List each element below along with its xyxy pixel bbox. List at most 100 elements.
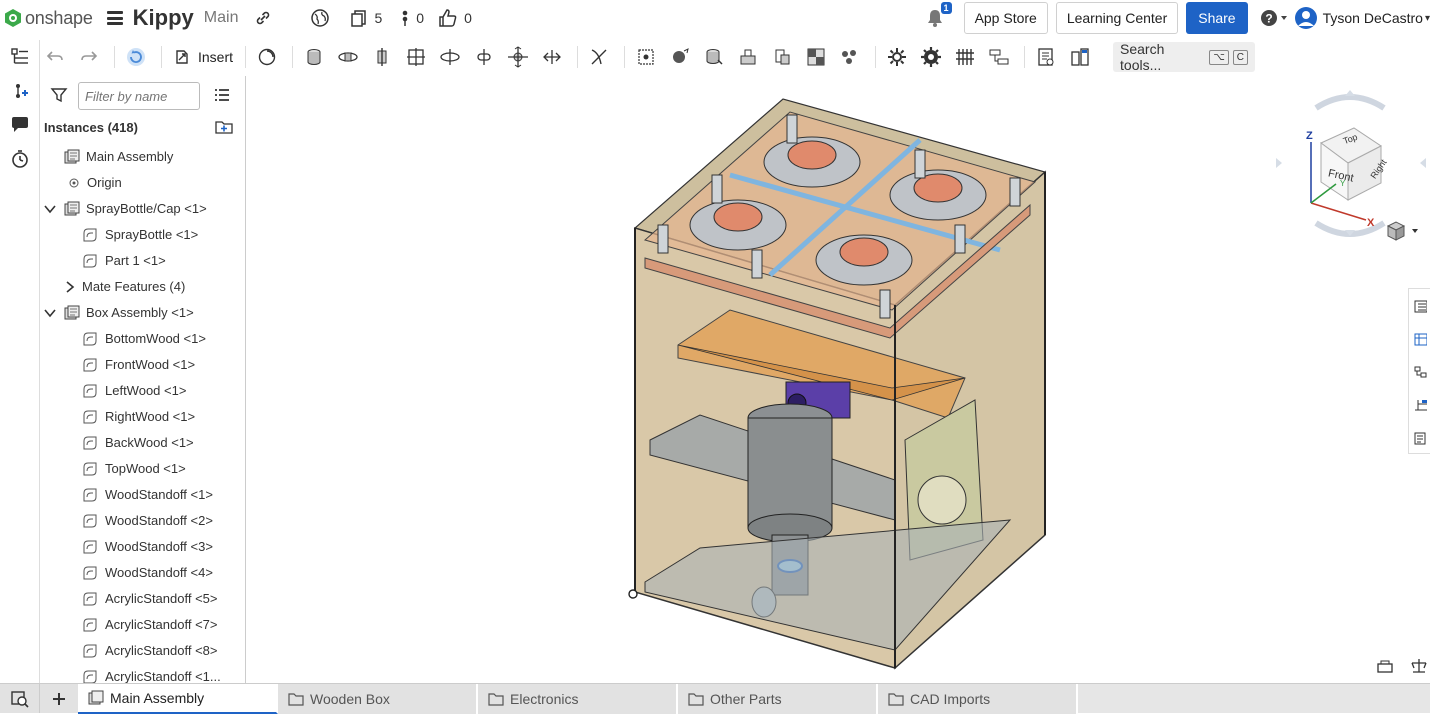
tree-row[interactable]: BackWood <1> [40, 430, 245, 456]
parallel-mate-icon[interactable] [537, 42, 567, 72]
tab-cad-imports[interactable]: CAD Imports [878, 684, 1078, 714]
list-view-icon[interactable] [214, 88, 230, 105]
document-title[interactable]: Kippy [133, 5, 194, 31]
bom-panel-icon[interactable] [1409, 421, 1430, 454]
tab-main-assembly[interactable]: Main Assembly [78, 684, 278, 714]
mate-feature-icon[interactable] [699, 42, 729, 72]
tree-row[interactable]: LeftWood <1> [40, 378, 245, 404]
linear-pattern-icon[interactable] [835, 42, 865, 72]
learning-center-button[interactable]: Learning Center [1055, 2, 1179, 34]
group-icon[interactable] [665, 42, 695, 72]
gear-settings-icon[interactable] [916, 42, 946, 72]
tree-row[interactable]: FrontWood <1> [40, 352, 245, 378]
versions-icon[interactable] [350, 9, 368, 27]
cylindrical-mate-icon[interactable] [435, 42, 465, 72]
feature-list-icon[interactable] [0, 40, 40, 74]
notifications-bell-icon[interactable]: 1 [926, 2, 952, 28]
planar-mate-icon[interactable] [401, 42, 431, 72]
appearance-panel-icon[interactable] [1409, 289, 1430, 322]
help-icon[interactable]: ? [1260, 8, 1290, 28]
configurations-panel-icon[interactable] [1409, 322, 1430, 355]
new-folder-icon[interactable] [214, 119, 234, 138]
filter-icon[interactable] [50, 86, 68, 107]
add-tab-button[interactable] [40, 684, 78, 713]
view-options-icon[interactable] [1386, 221, 1422, 244]
tree-row-label: WoodStandoff <3> [105, 539, 213, 554]
tree-row[interactable]: Main Assembly [40, 144, 245, 170]
ball-mate-icon[interactable] [503, 42, 533, 72]
measure-icon[interactable] [1410, 658, 1428, 677]
branch-icon[interactable] [400, 9, 410, 27]
globe-icon[interactable] [310, 8, 330, 28]
named-views-panel-icon[interactable] [1409, 355, 1430, 388]
comments-icon[interactable] [0, 108, 40, 142]
tree-row[interactable]: AcrylicStandoff <8> [40, 638, 245, 664]
tab-manager-search-icon[interactable] [0, 684, 40, 713]
mates-icon[interactable] [0, 74, 40, 108]
chevron-right-icon[interactable] [63, 280, 77, 294]
mate-connector-icon[interactable] [631, 42, 661, 72]
menu-icon[interactable] [106, 11, 123, 25]
tree-row[interactable]: Box Assembly <1> [40, 300, 245, 326]
redo-icon[interactable] [74, 42, 104, 72]
part-icon [82, 461, 98, 480]
part-icon [82, 357, 98, 376]
share-button[interactable]: Share [1186, 2, 1248, 34]
view-cube[interactable]: Top Front Right Z X Y [1276, 88, 1426, 238]
explode-view-icon[interactable] [801, 42, 831, 72]
thumbs-up-icon[interactable] [438, 8, 458, 28]
tree-row[interactable]: Origin [40, 170, 245, 196]
chevron-down-icon[interactable] [43, 202, 57, 216]
tree-row[interactable]: AcrylicStandoff <5> [40, 586, 245, 612]
tree-row[interactable]: WoodStandoff <4> [40, 560, 245, 586]
revolute-mate-icon[interactable] [333, 42, 363, 72]
user-avatar-icon[interactable] [1294, 6, 1318, 30]
filter-by-name-input[interactable] [78, 82, 200, 110]
tree-row[interactable]: SprayBottle <1> [40, 222, 245, 248]
tree-row[interactable]: WoodStandoff <3> [40, 534, 245, 560]
branch-name[interactable]: Main [204, 9, 239, 27]
tab-electronics[interactable]: Electronics [478, 684, 678, 714]
tree-row[interactable]: TopWood <1> [40, 456, 245, 482]
user-name[interactable]: Tyson DeCastro [1323, 10, 1423, 26]
app-store-button[interactable]: App Store [963, 2, 1048, 34]
pin-slot-mate-icon[interactable] [469, 42, 499, 72]
tree-row[interactable]: AcrylicStandoff <7> [40, 612, 245, 638]
tangent-mate-icon[interactable] [584, 42, 614, 72]
assembly-settings-icon[interactable] [882, 42, 912, 72]
graphics-viewport[interactable]: Top Front Right Z X Y [246, 76, 1430, 683]
undo-icon[interactable] [40, 42, 70, 72]
measure-grid-icon[interactable] [950, 42, 980, 72]
fastened-mate-icon[interactable] [299, 42, 329, 72]
tree-row[interactable]: BottomWood <1> [40, 326, 245, 352]
chevron-down-icon[interactable] [43, 306, 57, 320]
mate-values-icon[interactable] [984, 42, 1014, 72]
insert-button[interactable]: Insert [168, 49, 239, 65]
user-menu-chevron-icon[interactable]: ▾ [1425, 13, 1430, 24]
regenerate-icon[interactable] [121, 42, 151, 72]
properties-icon[interactable] [1065, 42, 1095, 72]
relation-icon[interactable] [733, 42, 763, 72]
search-tools-button[interactable]: Search tools... ⌥ C [1113, 41, 1256, 73]
assembly-model[interactable] [246, 76, 1430, 683]
tab-wooden-box[interactable]: Wooden Box [278, 684, 478, 714]
onshape-logo[interactable]: onshape [4, 8, 93, 29]
bom-icon[interactable] [1031, 42, 1061, 72]
tree-row[interactable]: RightWood <1> [40, 404, 245, 430]
tree-row[interactable]: WoodStandoff <2> [40, 508, 245, 534]
tree-row[interactable]: SprayBottle/Cap <1> [40, 196, 245, 222]
tree-row[interactable]: AcrylicStandoff <1... [40, 664, 245, 683]
tree-row[interactable]: WoodStandoff <1> [40, 482, 245, 508]
part-icon [82, 487, 98, 506]
section-view-icon[interactable] [1376, 660, 1394, 677]
tab-label: Other Parts [710, 691, 782, 707]
replicate-icon[interactable] [252, 42, 282, 72]
gear-relation-icon[interactable] [767, 42, 797, 72]
tree-row[interactable]: Part 1 <1> [40, 248, 245, 274]
tree-row[interactable]: Mate Features (4) [40, 274, 245, 300]
slider-mate-icon[interactable] [367, 42, 397, 72]
mate-panel-icon[interactable] [1409, 388, 1430, 421]
link-icon[interactable] [254, 9, 272, 27]
history-icon[interactable] [0, 142, 40, 176]
tab-other-parts[interactable]: Other Parts [678, 684, 878, 714]
